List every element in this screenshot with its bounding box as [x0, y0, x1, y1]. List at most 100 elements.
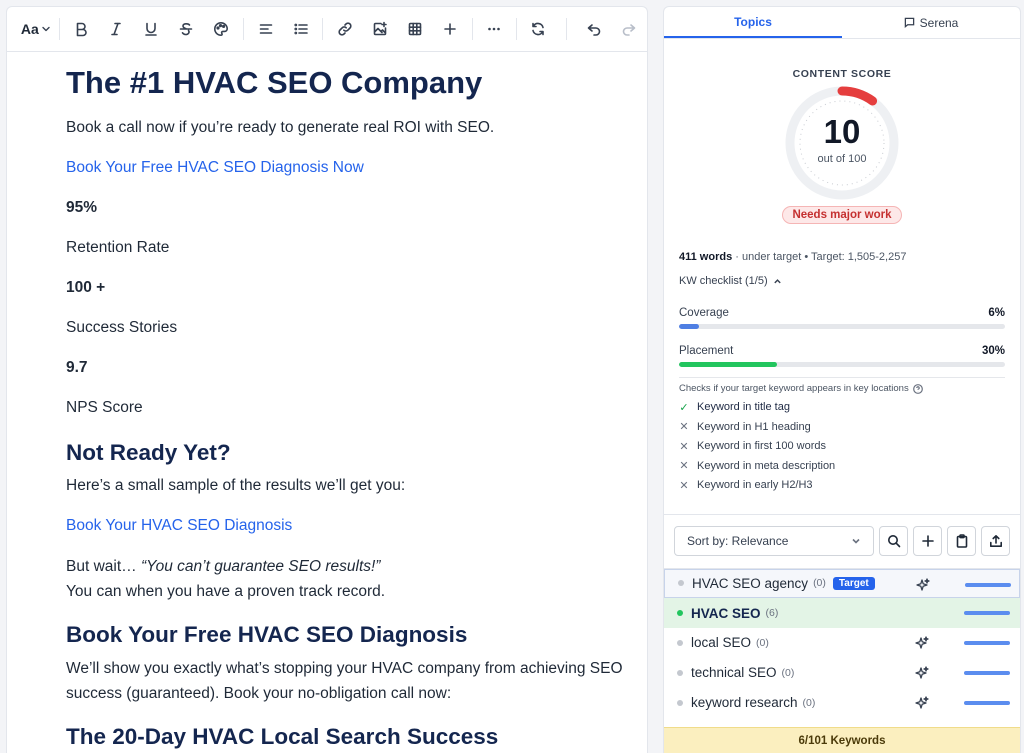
- content-score: CONTENT SCORE 10 out of 100 Needs major …: [664, 68, 1020, 224]
- palette-icon: [214, 22, 229, 36]
- check-item: ✕ Keyword in first 100 words: [679, 440, 1005, 453]
- color-button[interactable]: [204, 7, 239, 52]
- checks-note: Checks if your target keyword appears in…: [679, 383, 1005, 394]
- keyword-status-dot: [677, 639, 683, 646]
- keyword-name: HVAC SEO agency: [692, 575, 809, 591]
- coverage-bar-fill: [679, 324, 699, 329]
- add-keyword-button[interactable]: [913, 525, 942, 556]
- align-left-icon: [259, 24, 272, 34]
- kw-checklist-toggle[interactable]: KW checklist (1/5): [664, 275, 1020, 287]
- image-button[interactable]: [362, 7, 397, 52]
- sparkle-icon: [915, 666, 929, 679]
- search-button[interactable]: [879, 525, 908, 556]
- sort-select[interactable]: Sort by: Relevance: [674, 525, 874, 556]
- diagnosis-link[interactable]: Book Your HVAC SEO Diagnosis: [66, 514, 627, 538]
- tab-label: Topics: [734, 14, 772, 29]
- guarantee-prefix: But wait…: [66, 558, 141, 575]
- chat-icon: [904, 17, 914, 28]
- font-style-label: Aa: [20, 21, 39, 37]
- font-style-dropdown[interactable]: Aa: [17, 7, 55, 52]
- tab-label: Serena: [919, 15, 959, 30]
- redo-button[interactable]: [612, 7, 647, 52]
- tab-topics[interactable]: Topics: [664, 7, 842, 38]
- keyword-status-dot: [677, 699, 683, 706]
- insert-button[interactable]: [432, 7, 467, 52]
- refresh-button[interactable]: [521, 7, 556, 52]
- redo-icon: [623, 24, 636, 36]
- heading-h2: The 20-Day HVAC Local Search Success: [66, 724, 499, 749]
- help-icon[interactable]: [912, 383, 923, 394]
- keyword-status-dot: [677, 610, 683, 617]
- keyword-usage-bar: [965, 582, 1011, 587]
- x-icon: ✕: [679, 479, 689, 492]
- heading-h1: The #1 HVAC SEO Company: [66, 65, 483, 100]
- keyword-list: HVAC SEO agency (0) Target HVAC SEO (6) …: [664, 567, 1020, 718]
- keyword-controls: Sort by: Relevance: [664, 525, 1020, 556]
- undo-button[interactable]: [577, 7, 612, 52]
- editor-toolbar: Aa: [7, 7, 647, 52]
- score-status-badge: Needs major work: [782, 206, 902, 224]
- placement-label: Placement: [679, 345, 734, 357]
- score-gauge: 10 out of 100: [782, 83, 902, 203]
- keyword-row[interactable]: technical SEO (0): [664, 658, 1020, 688]
- strikethrough-button[interactable]: [169, 7, 204, 52]
- ai-suggest-button[interactable]: [916, 577, 930, 592]
- check-label: Keyword in first 100 words: [697, 440, 826, 452]
- bold-button[interactable]: [64, 7, 99, 52]
- check-item: ✕ Keyword in early H2/H3: [679, 479, 1005, 492]
- align-button[interactable]: [248, 7, 283, 52]
- link-icon: [338, 22, 352, 36]
- ai-suggest-button[interactable]: [915, 666, 929, 680]
- placement-bar: [679, 362, 1005, 367]
- keyword-summary: 6/101 Keywords: [798, 734, 886, 747]
- keyword-usage-bar: [964, 641, 1010, 646]
- refresh-icon: [532, 22, 544, 36]
- keyword-name: keyword research: [691, 695, 798, 711]
- copy-button[interactable]: [947, 525, 976, 556]
- editor-content[interactable]: The #1 HVAC SEO Company Book a call now …: [7, 52, 647, 752]
- keyword-summary-footer[interactable]: 6/101 Keywords: [664, 727, 1020, 753]
- italic-button[interactable]: [99, 7, 134, 52]
- toolbar-divider: [471, 18, 473, 40]
- keyword-row[interactable]: local SEO (0): [664, 628, 1020, 658]
- stat-value: 9.7: [66, 359, 88, 376]
- word-count-target: · under target • Target: 1,505-2,257: [732, 251, 907, 263]
- export-button[interactable]: [981, 525, 1010, 556]
- guarantee-line2: You can when you have a proven track rec…: [66, 583, 386, 600]
- keyword-row[interactable]: HVAC SEO agency (0) Target: [664, 568, 1020, 599]
- placement-bar-fill: [679, 362, 777, 367]
- keyword-usage-bar: [964, 611, 1010, 616]
- tab-serena[interactable]: Serena: [842, 7, 1020, 38]
- underline-button[interactable]: [134, 7, 169, 52]
- ai-suggest-button[interactable]: [915, 696, 929, 710]
- list-button[interactable]: [283, 7, 318, 52]
- check-item: ✕ Keyword in H1 heading: [679, 420, 1005, 434]
- table-icon: [408, 22, 422, 36]
- stat-value: 95%: [66, 199, 98, 216]
- search-icon: [887, 534, 900, 547]
- stat-label: Success Stories: [66, 319, 178, 336]
- sparkle-icon: [916, 577, 930, 591]
- ai-suggest-button[interactable]: [915, 636, 929, 650]
- cta-link[interactable]: Book Your Free HVAC SEO Diagnosis Now: [66, 156, 627, 180]
- insert-image-icon: [373, 21, 387, 36]
- more-button[interactable]: [477, 7, 512, 52]
- score-max: out of 100: [817, 153, 867, 165]
- chevron-down-icon: [852, 538, 860, 544]
- table-button[interactable]: [397, 7, 432, 52]
- score-value: 10: [823, 113, 861, 150]
- coverage-label: Coverage: [679, 307, 729, 319]
- keyword-count: (6): [765, 607, 779, 620]
- link-button[interactable]: [327, 7, 362, 52]
- keyword-row[interactable]: keyword research (0): [664, 688, 1020, 718]
- coverage-bar: [679, 324, 1005, 329]
- keyword-row[interactable]: HVAC SEO (6): [664, 598, 1020, 629]
- underline-icon: [145, 22, 158, 36]
- chevron-up-icon: [773, 278, 781, 283]
- keyword-name: local SEO: [691, 635, 752, 651]
- keyword-usage-bar: [964, 670, 1010, 675]
- keyword-status-dot: [678, 580, 684, 587]
- editor-pane: Aa The #1 HVAC SEO Company Book a call n…: [6, 6, 648, 753]
- word-count-value: 411 words: [679, 251, 733, 263]
- upload-icon: [989, 534, 1002, 547]
